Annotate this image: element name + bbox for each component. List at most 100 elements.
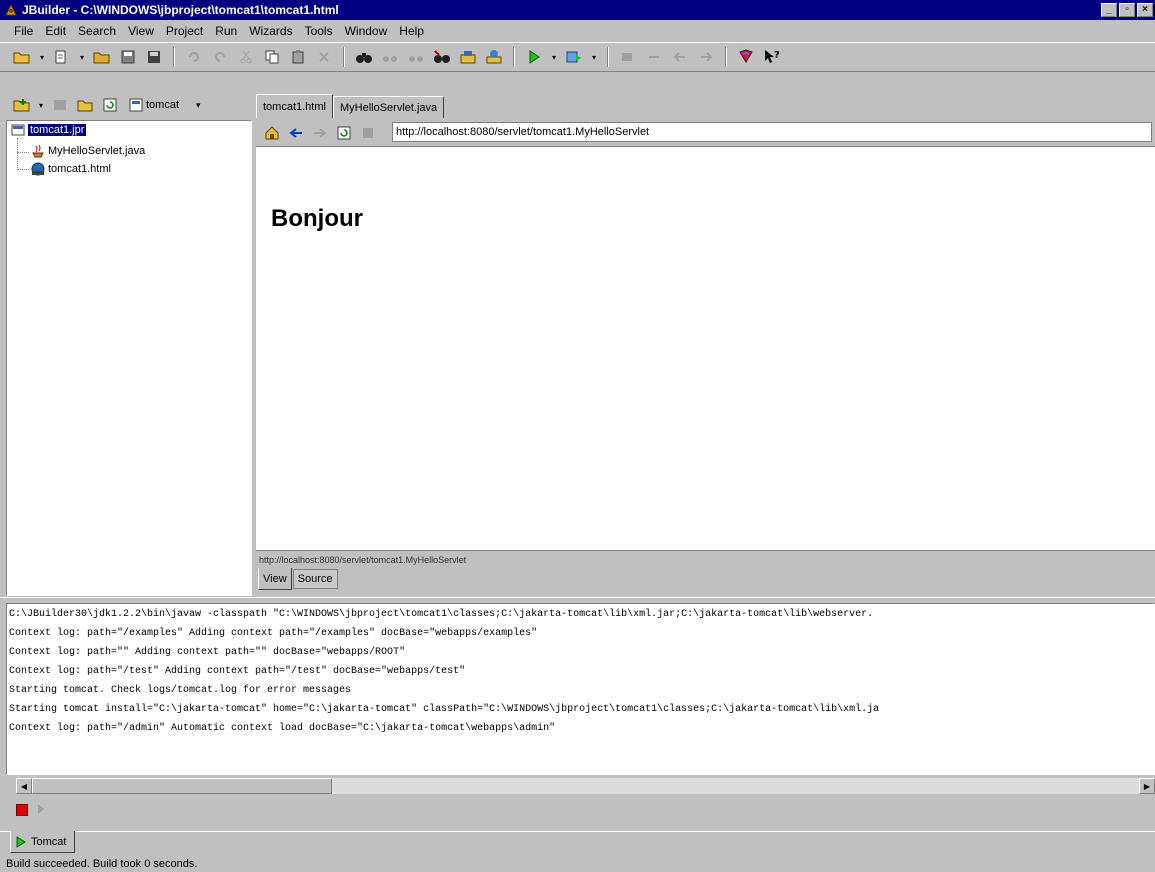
back-button[interactable] bbox=[286, 123, 306, 143]
toolbar-separator bbox=[343, 47, 345, 67]
menu-file[interactable]: File bbox=[8, 24, 39, 38]
forward-history-button[interactable] bbox=[696, 47, 716, 67]
save-all-button[interactable] bbox=[144, 47, 164, 67]
reopen-dropdown-arrow[interactable]: ▾ bbox=[78, 47, 86, 67]
url-input[interactable] bbox=[392, 122, 1152, 142]
remove-from-project-icon bbox=[54, 100, 66, 110]
minimize-button[interactable]: _ bbox=[1101, 3, 1117, 17]
menu-help[interactable]: Help bbox=[393, 24, 430, 38]
open-folder-icon bbox=[13, 52, 30, 64]
console-line: C:\JBuilder30\jdk1.2.2\bin\javaw -classp… bbox=[9, 609, 874, 620]
project-selector[interactable]: tomcat ▾ bbox=[129, 98, 201, 112]
console-line: Context log: path="/examples" Adding con… bbox=[9, 628, 538, 639]
help-pointer-icon: ? bbox=[765, 50, 780, 63]
tab-myhelloservlet-java[interactable]: MyHelloServlet.java bbox=[332, 96, 445, 118]
project-selector-label: tomcat bbox=[146, 99, 180, 111]
scroll-left-button[interactable]: ◀ bbox=[16, 778, 32, 794]
menu-project[interactable]: Project bbox=[160, 24, 209, 38]
open-dropdown-arrow[interactable]: ▾ bbox=[38, 47, 46, 67]
pause-icon bbox=[38, 803, 44, 814]
arrow-left-icon bbox=[289, 128, 302, 138]
reopen-button[interactable] bbox=[52, 47, 72, 67]
menu-wizards[interactable]: Wizards bbox=[243, 24, 298, 38]
close-project-icon bbox=[77, 100, 93, 112]
paste-button[interactable] bbox=[288, 47, 308, 67]
console-line: Context log: path="/test" Adding context… bbox=[9, 666, 466, 677]
arrow-right-icon bbox=[701, 52, 713, 62]
new-project-button[interactable] bbox=[12, 95, 32, 115]
editor-tabs: tomcat1.html MyHelloServlet.java bbox=[256, 94, 445, 118]
stop-loading-button[interactable] bbox=[358, 123, 378, 143]
menu-window[interactable]: Window bbox=[339, 24, 394, 38]
debug-dropdown-arrow[interactable]: ▾ bbox=[590, 47, 598, 67]
toolbar-separator bbox=[513, 47, 515, 67]
tree-item-label: MyHelloServlet.java bbox=[48, 145, 146, 157]
menu-run[interactable]: Run bbox=[209, 24, 243, 38]
run-dropdown-arrow[interactable]: ▾ bbox=[550, 47, 558, 67]
save-button[interactable] bbox=[118, 47, 138, 67]
back-history-button[interactable] bbox=[670, 47, 690, 67]
step-into-button[interactable] bbox=[644, 47, 664, 67]
menu-edit[interactable]: Edit bbox=[39, 24, 72, 38]
menu-bar: File Edit Search View Project Run Wizard… bbox=[0, 20, 1155, 42]
delete-icon bbox=[319, 52, 329, 62]
binoculars-icon bbox=[356, 53, 372, 63]
run-button[interactable] bbox=[524, 47, 544, 67]
close-button[interactable]: × bbox=[1137, 3, 1153, 17]
undo-button[interactable] bbox=[184, 47, 204, 67]
run-play-icon bbox=[16, 835, 26, 848]
tab-tomcat1-html[interactable]: tomcat1.html bbox=[256, 94, 333, 118]
menu-search[interactable]: Search bbox=[72, 24, 122, 38]
menu-view[interactable]: View bbox=[122, 24, 160, 38]
tree-connector bbox=[17, 152, 29, 153]
chevron-down-icon: ▾ bbox=[196, 99, 201, 110]
console-horizontal-scrollbar[interactable]: ◀ ▶ bbox=[16, 778, 1155, 794]
replace-button[interactable] bbox=[406, 47, 426, 67]
tree-item-tomcat1-html[interactable]: tomcat1.html bbox=[31, 162, 111, 176]
tab-source[interactable]: Source bbox=[292, 569, 338, 589]
rebuild-button[interactable] bbox=[484, 47, 504, 67]
tree-item-project[interactable]: tomcat1.jpr bbox=[11, 124, 87, 136]
close-project-button[interactable] bbox=[75, 95, 95, 115]
remove-from-project-button[interactable] bbox=[50, 95, 70, 115]
find-button[interactable] bbox=[354, 47, 374, 67]
delete-button[interactable] bbox=[314, 47, 334, 67]
pause-button[interactable] bbox=[36, 803, 46, 818]
tab-tomcat-run[interactable]: Tomcat bbox=[10, 831, 76, 853]
java-file-icon bbox=[32, 144, 44, 158]
make-button[interactable] bbox=[458, 47, 478, 67]
scrollbar-thumb[interactable] bbox=[32, 778, 332, 794]
context-help-button[interactable]: ? bbox=[762, 47, 782, 67]
forward-button[interactable] bbox=[310, 123, 330, 143]
main-toolbar: ▾ ▾ ▾ ▾ ? bbox=[0, 42, 1155, 72]
pane-splitter[interactable] bbox=[0, 597, 1155, 601]
tab-divider bbox=[0, 831, 1155, 832]
menu-tools[interactable]: Tools bbox=[299, 24, 339, 38]
tree-item-myhelloservlet-java[interactable]: MyHelloServlet.java bbox=[31, 144, 145, 158]
open-folder-button[interactable] bbox=[12, 47, 32, 67]
find-again-button[interactable] bbox=[380, 47, 400, 67]
refresh-icon bbox=[103, 98, 117, 112]
redo-button[interactable] bbox=[210, 47, 230, 67]
project-file-icon bbox=[11, 124, 25, 136]
refresh-button[interactable] bbox=[334, 123, 354, 143]
console-line: Starting tomcat. Check logs/tomcat.log f… bbox=[9, 685, 352, 696]
tab-view[interactable]: View bbox=[258, 568, 292, 590]
add-dropdown-arrow[interactable]: ▾ bbox=[37, 95, 45, 115]
view-source-tabs: View Source bbox=[256, 568, 338, 596]
title-bar: JBuilder - C:\WINDOWS\jbproject\tomcat1\… bbox=[0, 0, 1155, 20]
debug-button[interactable] bbox=[564, 47, 584, 67]
copy-button[interactable] bbox=[262, 47, 282, 67]
jbuilder-app-icon[interactable] bbox=[4, 3, 18, 17]
stop-process-button[interactable] bbox=[16, 804, 28, 816]
home-button[interactable] bbox=[262, 123, 282, 143]
step-over-button[interactable] bbox=[618, 47, 638, 67]
scroll-right-button[interactable]: ▶ bbox=[1139, 778, 1155, 794]
help-topics-button[interactable] bbox=[736, 47, 756, 67]
maximize-button[interactable]: ▫ bbox=[1119, 3, 1135, 17]
cut-button[interactable] bbox=[236, 47, 256, 67]
step-over-icon bbox=[622, 53, 632, 61]
close-file-button[interactable] bbox=[92, 47, 112, 67]
search-source-button[interactable] bbox=[432, 47, 452, 67]
refresh-project-button[interactable] bbox=[100, 95, 120, 115]
